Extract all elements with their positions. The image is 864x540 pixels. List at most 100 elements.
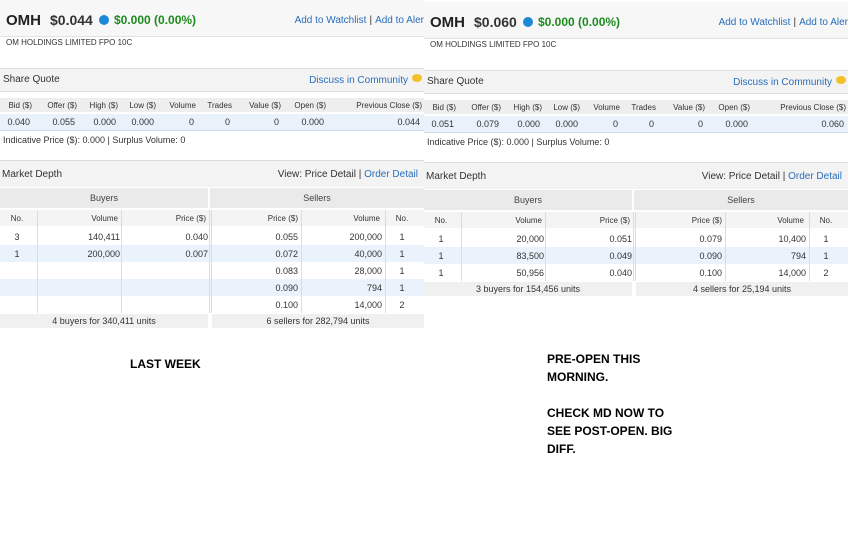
company-name: OM HOLDINGS LIMITED FPO 10C	[430, 40, 557, 49]
seller-volume: 794	[790, 251, 806, 261]
column-divider	[725, 212, 726, 281]
buyers-header: Buyers	[424, 190, 632, 210]
buyer-volume: 50,956	[516, 268, 544, 278]
note-preopen-line: PRE-OPEN THIS	[547, 352, 641, 366]
quote-value: 0.055	[52, 117, 75, 127]
link-separator: |	[369, 15, 373, 26]
price-detail-option[interactable]: Price Detail	[729, 171, 780, 182]
market-depth-bar: Market Depth View: Price Detail | Order D…	[424, 162, 848, 189]
note-preopen-line: MORNING.	[547, 370, 609, 384]
add-to-alert-link[interactable]: Add to Aler	[799, 17, 848, 28]
column-divider	[545, 212, 546, 281]
buyer-volume: 140,411	[88, 232, 120, 242]
header-links: Add to Watchlist | Add to Aler	[295, 15, 424, 26]
seller-price: 0.100	[275, 300, 298, 310]
depth-row: 0.083 28,000 1	[0, 262, 424, 279]
quote-column-header: Volume	[593, 103, 620, 112]
column-divider	[37, 210, 38, 313]
seller-count: 1	[823, 251, 829, 261]
note-preopen: PRE-OPEN THIS MORNING. CHECK MD NOW TO S…	[547, 350, 672, 458]
column-divider	[121, 210, 122, 313]
buyer-volume: 200,000	[87, 249, 120, 259]
quote-value: 0.000	[517, 119, 540, 129]
add-to-watchlist-link[interactable]: Add to Watchlist	[719, 17, 791, 28]
buyer-column-header: Price ($)	[599, 216, 630, 225]
seller-price: 0.100	[699, 268, 722, 278]
quote-column-header: High ($)	[513, 103, 542, 112]
company-name: OM HOLDINGS LIMITED FPO 10C	[6, 38, 133, 47]
quote-column-header: Low ($)	[553, 103, 580, 112]
quote-value: 0	[273, 117, 279, 127]
quote-column-header: Open ($)	[718, 103, 750, 112]
quote-value: 0.000	[131, 117, 154, 127]
buyer-column-header: Volume	[91, 214, 118, 223]
price-detail-option[interactable]: Price Detail	[305, 169, 356, 180]
buyer-count: 1	[438, 268, 444, 278]
market-depth-bar: Market Depth View: Price Detail | Order D…	[0, 160, 424, 187]
seller-column-header: No.	[819, 216, 833, 225]
view-label: View:	[701, 171, 727, 182]
depth-row: 1 20,000 0.051 0.079 10,400 1	[424, 230, 848, 247]
quote-column-header: Volume	[169, 101, 196, 110]
depth-view-switch: View: Price Detail | Order Detail	[701, 171, 842, 182]
market-status-icon	[99, 15, 109, 25]
discuss-in-community-link[interactable]: Discuss in Community	[733, 77, 832, 88]
seller-count: 1	[399, 232, 405, 242]
quote-value: 0	[612, 119, 618, 129]
sellers-header: Sellers	[210, 188, 424, 208]
add-to-alert-link[interactable]: Add to Aler	[375, 15, 424, 26]
quote-header-row: Bid ($) Offer ($) High ($) Low ($) Volume Tra…	[0, 98, 424, 112]
last-price: $0.060	[474, 14, 517, 30]
price-change: $0.000 (0.00%)	[538, 15, 621, 29]
quote-column-header: Value ($)	[249, 101, 281, 110]
buyer-count: 1	[438, 251, 444, 261]
seller-column-header: Price ($)	[691, 216, 722, 225]
quote-column-header: High ($)	[89, 101, 118, 110]
depth-view-switch: View: Price Detail | Order Detail	[277, 169, 418, 180]
seller-volume: 14,000	[778, 268, 806, 278]
quote-column-header: Bid ($)	[432, 103, 456, 112]
buyers-header: Buyers	[0, 188, 208, 208]
column-divider	[809, 212, 810, 281]
add-to-watchlist-link[interactable]: Add to Watchlist	[295, 15, 367, 26]
seller-count: 2	[823, 268, 829, 278]
sellers-header: Sellers	[634, 190, 848, 210]
quote-header: OMH $0.060 $0.000 (0.00%) Add to Watchlist |…	[424, 2, 848, 39]
quote-value: 0.000	[555, 119, 578, 129]
share-quote-title: Share Quote	[427, 76, 484, 87]
seller-volume: 200,000	[349, 232, 382, 242]
discuss-in-community-link[interactable]: Discuss in Community	[309, 75, 408, 86]
quote-column-header: Offer ($)	[471, 103, 501, 112]
buyer-column-header: Price ($)	[175, 214, 206, 223]
view-label: View:	[277, 169, 303, 180]
depth-row: 3 140,411 0.040 0.055 200,000 1	[0, 228, 424, 245]
quote-column-header: Offer ($)	[47, 101, 77, 110]
buyer-price: 0.040	[185, 232, 208, 242]
price-change: $0.000 (0.00%)	[114, 13, 197, 27]
note-last-week: LAST WEEK	[130, 355, 201, 373]
buyer-price: 0.051	[609, 234, 632, 244]
order-detail-link[interactable]: Order Detail	[788, 171, 842, 182]
speech-bubble-icon[interactable]	[836, 76, 846, 84]
market-depth-title: Market Depth	[2, 169, 63, 180]
quote-column-header: Trades	[631, 103, 656, 112]
order-detail-link[interactable]: Order Detail	[364, 169, 418, 180]
buyers-summary: 3 buyers for 154,456 units	[424, 282, 632, 296]
depth-column-headers: No. Volume Price ($) Price ($) Volume No.	[0, 210, 424, 226]
quote-panel-pre-open: OMH $0.060 $0.000 (0.00%) Add to Watchlist |…	[424, 2, 848, 298]
seller-column-header: Price ($)	[267, 214, 298, 223]
seller-column-header: No.	[395, 214, 409, 223]
speech-bubble-icon[interactable]	[412, 74, 422, 82]
buyer-column-header: No.	[434, 216, 448, 225]
share-quote-bar: Share Quote Discuss in Community	[424, 70, 848, 94]
indicative-price: Indicative Price ($): 0.000 | Surplus Vo…	[427, 137, 610, 147]
quote-value: 0.051	[431, 119, 454, 129]
share-quote-bar: Share Quote Discuss in Community	[0, 68, 424, 92]
column-divider	[209, 210, 210, 313]
seller-price: 0.083	[275, 266, 298, 276]
ticker-symbol: OMH	[430, 14, 465, 31]
quote-column-header: Low ($)	[129, 101, 156, 110]
buyer-price: 0.040	[609, 268, 632, 278]
quote-value: 0.044	[397, 117, 420, 127]
last-price: $0.044	[50, 12, 93, 28]
